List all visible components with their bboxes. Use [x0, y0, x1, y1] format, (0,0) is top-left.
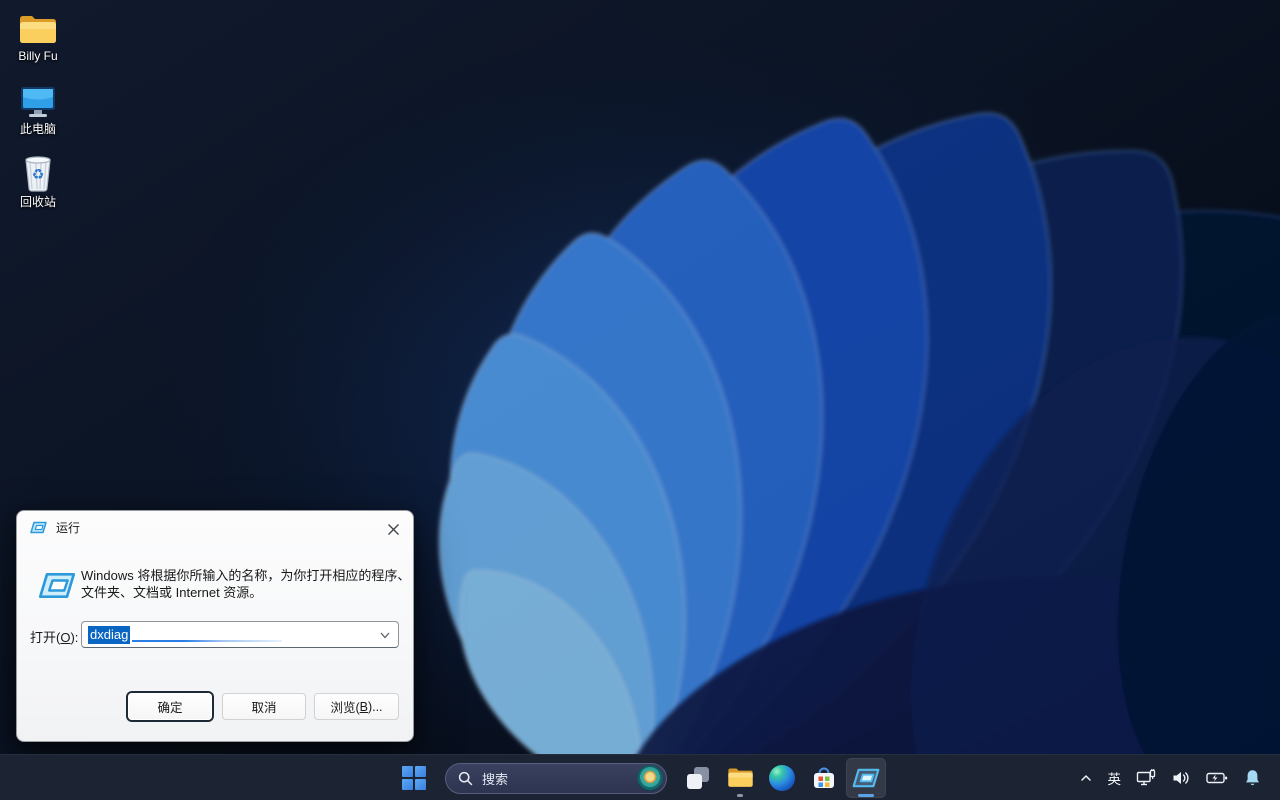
- run-dialog: 运行 Windows 将根据你所输入的名称，为你打开相应的程序、文件夹、文档或 …: [16, 510, 414, 742]
- desktop-icon-billy-fu[interactable]: Billy Fu: [0, 4, 76, 63]
- run-window-icon-large: [38, 571, 76, 600]
- recycle-bin-icon: ♻: [22, 150, 54, 192]
- notifications-button[interactable]: [1238, 761, 1267, 795]
- svg-text:♻: ♻: [32, 167, 45, 183]
- task-view-button[interactable]: [678, 758, 718, 798]
- desktop-icon-list: Billy Fu 此电脑 ♻: [0, 4, 76, 209]
- network-icon: [1135, 768, 1157, 788]
- task-view-icon: [687, 767, 709, 789]
- input-selected-text: dxdiag: [88, 626, 130, 644]
- system-tray: 英: [1073, 755, 1280, 800]
- search-placeholder: 搜索: [482, 769, 637, 788]
- ok-button[interactable]: 确定: [128, 693, 212, 720]
- volume-icon: [1171, 769, 1191, 787]
- active-indicator: [858, 794, 874, 797]
- dialog-button-row: 确定 取消 浏览(B)...: [17, 693, 413, 720]
- chevron-up-icon: [1078, 771, 1094, 785]
- ime-indicator: 英: [1108, 768, 1122, 788]
- user-folder-icon: [18, 4, 58, 46]
- network-button[interactable]: [1130, 761, 1162, 795]
- ime-language-button[interactable]: 英: [1103, 761, 1127, 795]
- edge-icon: [769, 765, 795, 791]
- cancel-button[interactable]: 取消: [222, 693, 306, 720]
- microsoft-store-icon: [811, 765, 837, 791]
- microsoft-store-button[interactable]: [804, 758, 844, 798]
- notification-bell-icon: [1243, 768, 1262, 788]
- file-explorer-icon: [727, 767, 754, 789]
- volume-button[interactable]: [1166, 761, 1196, 795]
- close-icon[interactable]: [382, 518, 404, 540]
- open-field-label: 打开(O):: [30, 627, 78, 646]
- this-pc-icon: [18, 77, 58, 119]
- battery-charging-icon: [1205, 769, 1229, 787]
- run-app-button[interactable]: [846, 758, 886, 798]
- run-dialog-titlebar[interactable]: 运行: [17, 511, 413, 543]
- windows-logo-icon: [402, 766, 427, 791]
- search-icon: [458, 771, 473, 786]
- file-explorer-button[interactable]: [720, 758, 760, 798]
- desktop-icon-label: 回收站: [20, 195, 56, 209]
- start-button[interactable]: [394, 758, 434, 798]
- edge-button[interactable]: [762, 758, 802, 798]
- running-indicator: [737, 794, 743, 797]
- desktop-icon-label: 此电脑: [20, 122, 56, 136]
- battery-button[interactable]: [1200, 761, 1234, 795]
- dialog-title: 运行: [56, 519, 80, 536]
- desktop-screen: { "desktop": { "icons": [ { "icon": "use…: [0, 0, 1280, 800]
- run-dialog-description: Windows 将根据你所输入的名称，为你打开相应的程序、文件夹、文档或 Int…: [81, 567, 411, 601]
- taskbar: 搜索: [0, 754, 1280, 800]
- bing-daily-image-icon[interactable]: [637, 765, 663, 791]
- browse-button[interactable]: 浏览(B)...: [314, 693, 399, 720]
- desktop-icon-recycle-bin[interactable]: ♻ 回收站: [0, 150, 76, 209]
- hidden-icons-button[interactable]: [1073, 761, 1099, 795]
- desktop-icon-label: Billy Fu: [18, 49, 57, 63]
- ime-composition-underline: [132, 640, 282, 642]
- desktop-icon-this-pc[interactable]: 此电脑: [0, 77, 76, 136]
- search-box[interactable]: 搜索: [445, 763, 667, 794]
- open-combobox-input[interactable]: dxdiag: [81, 621, 399, 648]
- run-window-icon: [30, 521, 47, 534]
- chevron-down-icon[interactable]: [379, 629, 391, 641]
- run-app-icon: [852, 767, 880, 789]
- taskbar-center-group: 搜索: [394, 755, 886, 800]
